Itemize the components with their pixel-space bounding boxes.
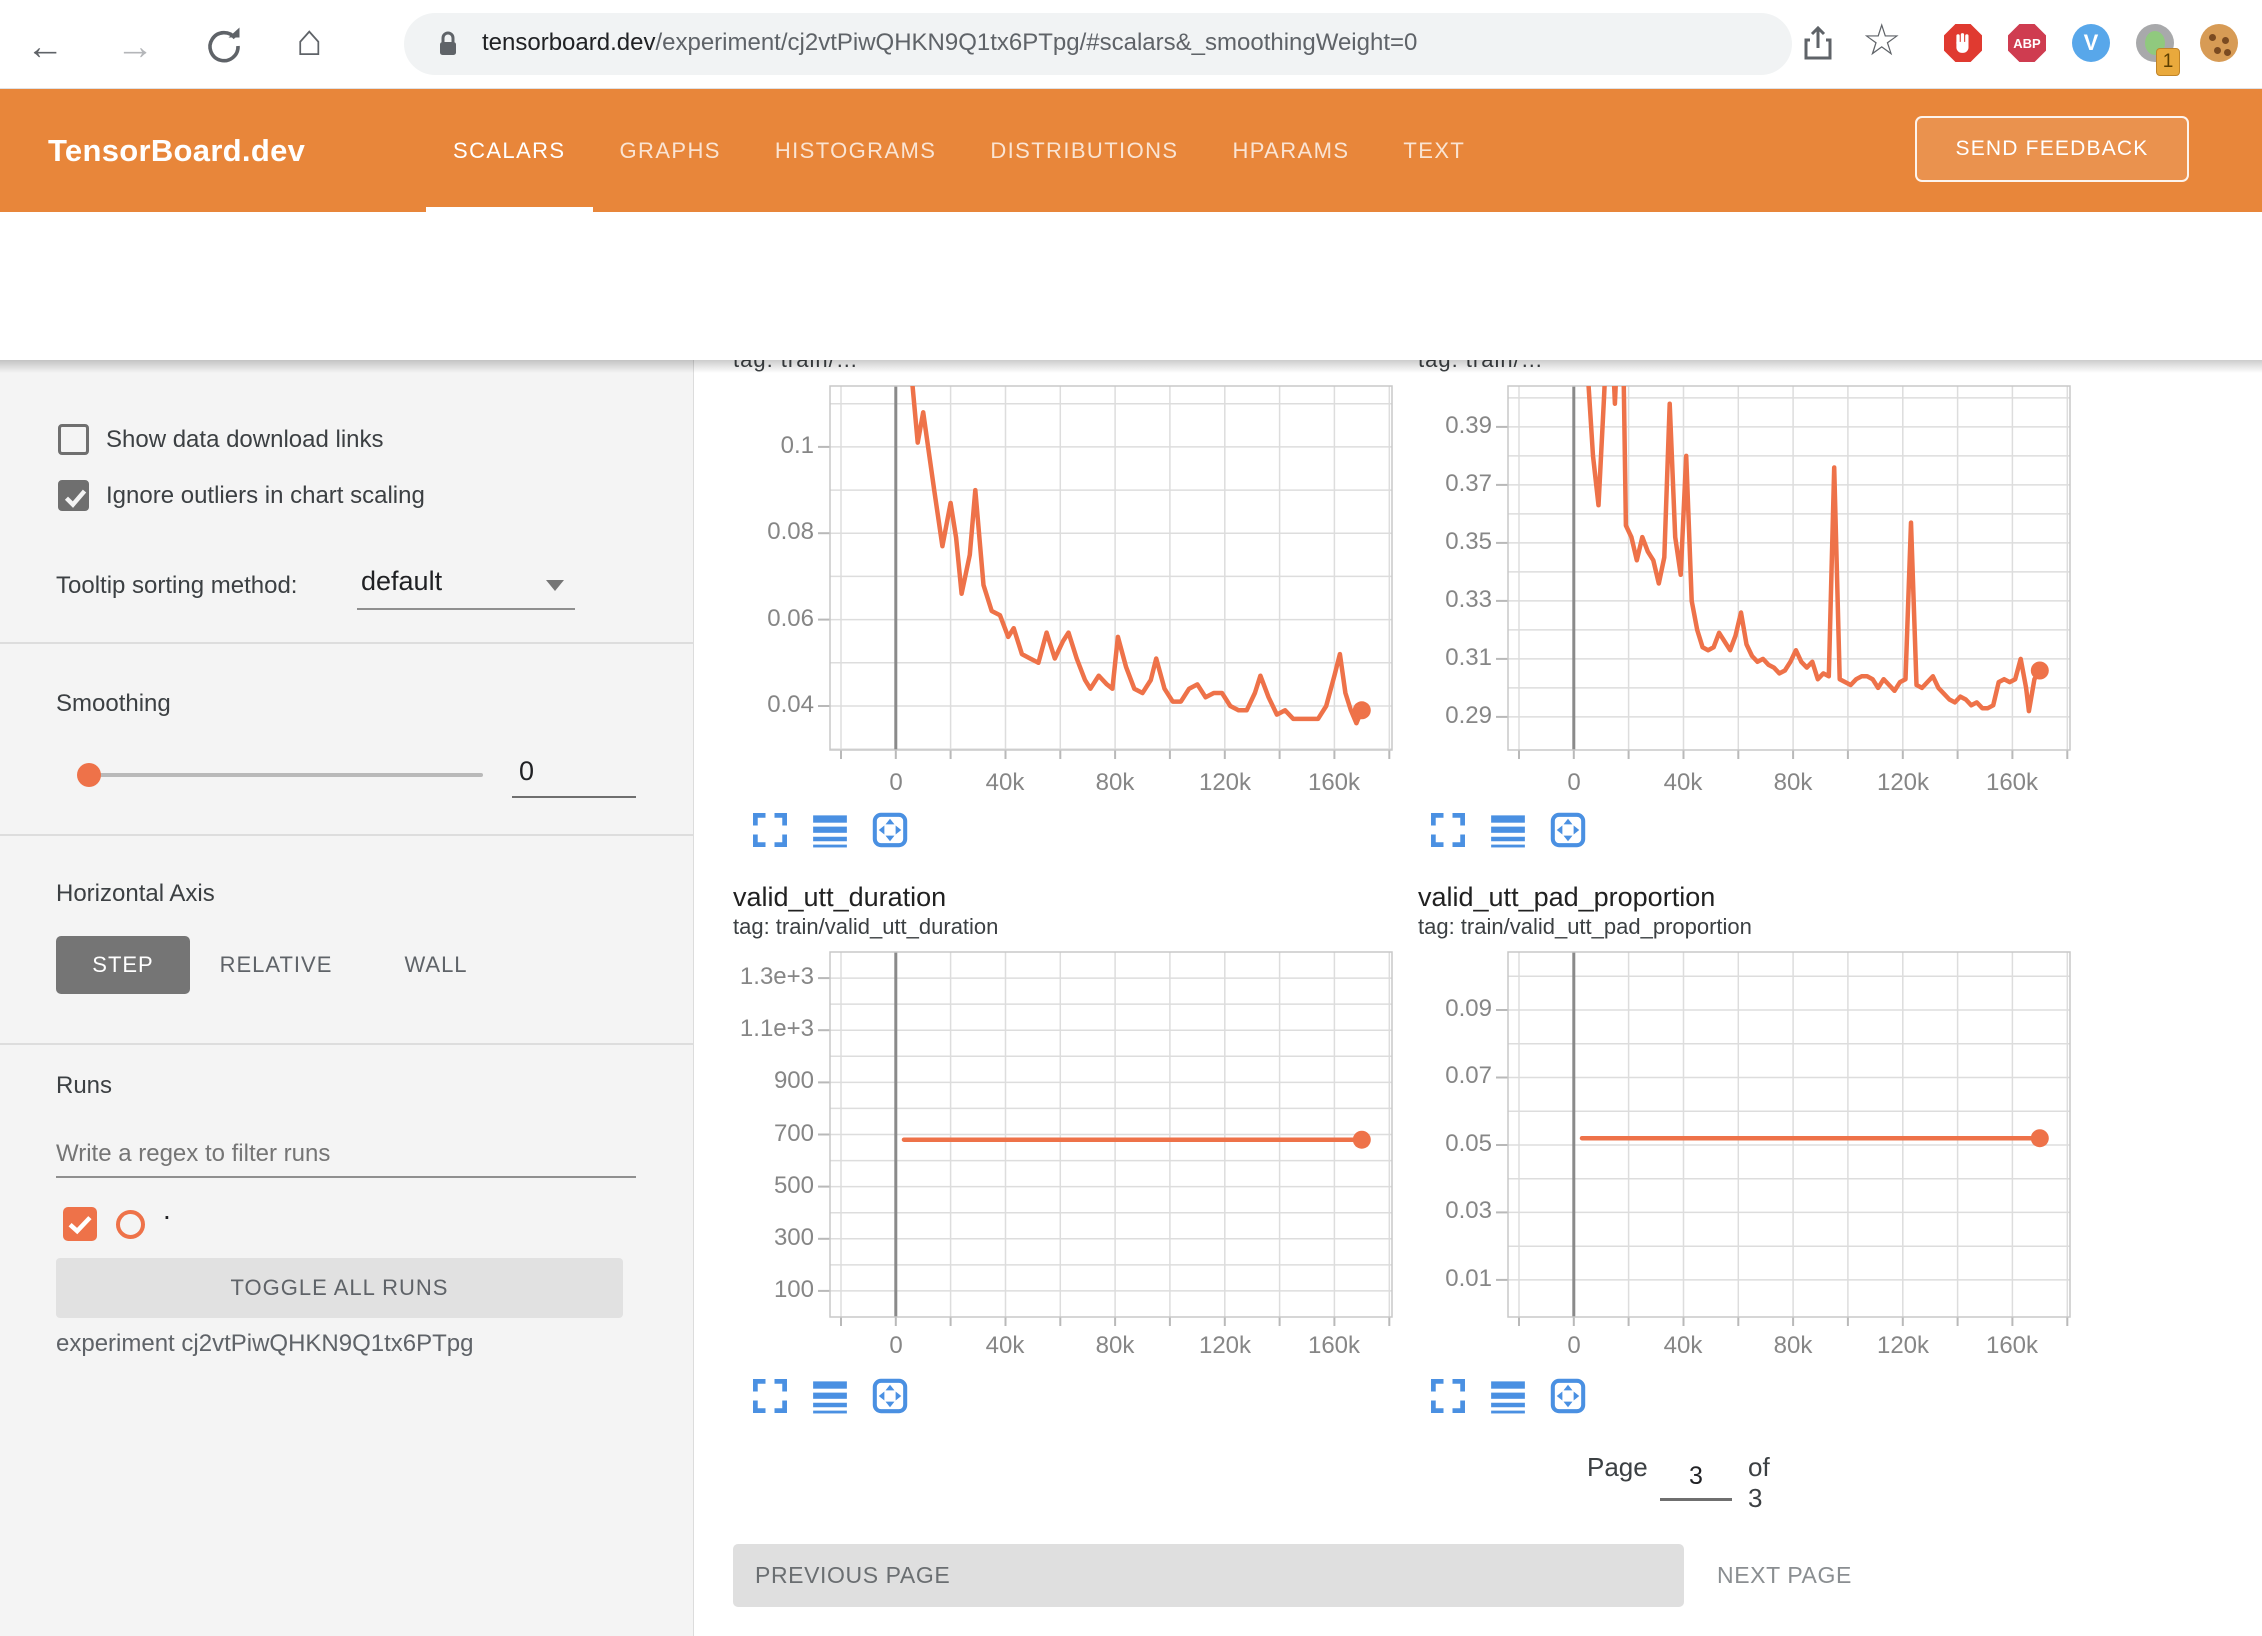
chart-toolbar bbox=[752, 1378, 908, 1414]
page-number-input[interactable]: 3 bbox=[1660, 1462, 1732, 1491]
chart-plot-0[interactable] bbox=[814, 386, 1392, 762]
charts-root: 0.040.060.080.1040k80k120k160ktag: train… bbox=[0, 0, 2262, 1636]
clipped-chart-tag: tag: train/… bbox=[733, 360, 1163, 373]
y-axis-label: 100 bbox=[654, 1276, 814, 1304]
y-axis-label: 0.09 bbox=[1332, 995, 1492, 1023]
chart-tag: tag: train/valid_utt_pad_proportion bbox=[1418, 914, 1752, 940]
y-axis-label: 0.39 bbox=[1332, 412, 1492, 440]
y-axis-label: 0.04 bbox=[654, 691, 814, 719]
clipped-chart-tag: tag: train/… bbox=[1418, 360, 1848, 373]
chart-toolbar bbox=[1430, 812, 1586, 848]
chart-title: valid_utt_duration bbox=[733, 882, 946, 913]
y-axis-label: 0.05 bbox=[1332, 1130, 1492, 1158]
runs-list-icon[interactable] bbox=[1490, 1378, 1526, 1414]
y-axis-label: 900 bbox=[654, 1067, 814, 1095]
chart-toolbar bbox=[752, 812, 908, 848]
y-axis-label: 0.29 bbox=[1332, 702, 1492, 730]
runs-list-icon[interactable] bbox=[812, 1378, 848, 1414]
fit-domain-icon[interactable] bbox=[872, 1378, 908, 1414]
y-axis-label: 0.06 bbox=[654, 605, 814, 633]
runs-list-icon[interactable] bbox=[1490, 812, 1526, 848]
chart-toolbar bbox=[1430, 1378, 1586, 1414]
chart-title: valid_utt_pad_proportion bbox=[1418, 882, 1715, 913]
page-input-underline bbox=[1660, 1498, 1732, 1501]
y-axis-label: 1.1e+3 bbox=[654, 1015, 814, 1043]
x-axis-label: 160k bbox=[1264, 1332, 1404, 1360]
y-axis-label: 0.08 bbox=[654, 518, 814, 546]
y-axis-label: 0.33 bbox=[1332, 586, 1492, 614]
fullscreen-icon[interactable] bbox=[1430, 1378, 1466, 1414]
x-axis-label: 160k bbox=[1264, 769, 1404, 797]
previous-page-button[interactable]: PREVIOUS PAGE bbox=[733, 1544, 1684, 1607]
next-page-button[interactable]: NEXT PAGE bbox=[1717, 1544, 1852, 1607]
chart-plot-1[interactable] bbox=[1492, 386, 2070, 762]
chart-plot-3[interactable] bbox=[1492, 952, 2070, 1329]
fit-domain-icon[interactable] bbox=[1550, 812, 1586, 848]
page-label: Page bbox=[1587, 1452, 1648, 1483]
y-axis-label: 0.31 bbox=[1332, 644, 1492, 672]
chart-tag: tag: train/valid_utt_duration bbox=[733, 914, 998, 940]
x-axis-label: 160k bbox=[1942, 1332, 2082, 1360]
y-axis-label: 0.01 bbox=[1332, 1265, 1492, 1293]
y-axis-label: 0.07 bbox=[1332, 1062, 1492, 1090]
fit-domain-icon[interactable] bbox=[872, 812, 908, 848]
y-axis-label: 0.03 bbox=[1332, 1197, 1492, 1225]
fullscreen-icon[interactable] bbox=[1430, 812, 1466, 848]
y-axis-label: 700 bbox=[654, 1120, 814, 1148]
y-axis-label: 1.3e+3 bbox=[654, 963, 814, 991]
y-axis-label: 0.35 bbox=[1332, 528, 1492, 556]
page-count-label: of 3 bbox=[1748, 1452, 1770, 1514]
fullscreen-icon[interactable] bbox=[752, 1378, 788, 1414]
x-axis-label: 160k bbox=[1942, 769, 2082, 797]
fullscreen-icon[interactable] bbox=[752, 812, 788, 848]
y-axis-label: 500 bbox=[654, 1172, 814, 1200]
tensorboard-page: ← → ⌂ tensorboard.dev/experiment/cj2vtPi… bbox=[0, 0, 2262, 1636]
y-axis-label: 0.1 bbox=[654, 432, 814, 460]
runs-list-icon[interactable] bbox=[812, 812, 848, 848]
chart-plot-2[interactable] bbox=[814, 952, 1392, 1329]
y-axis-label: 0.37 bbox=[1332, 470, 1492, 498]
fit-domain-icon[interactable] bbox=[1550, 1378, 1586, 1414]
y-axis-label: 300 bbox=[654, 1224, 814, 1252]
